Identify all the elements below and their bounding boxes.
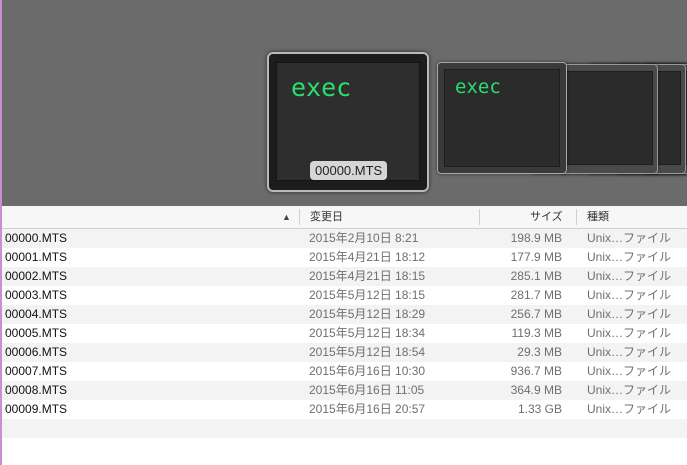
file-kind: Unix…ファイル bbox=[587, 345, 672, 359]
column-divider[interactable] bbox=[576, 209, 577, 225]
file-date: 2015年5月12日 18:54 bbox=[309, 345, 426, 359]
file-kind: Unix…ファイル bbox=[587, 326, 672, 340]
file-size: 285.1 MB bbox=[510, 269, 562, 283]
file-name: 00005.MTS bbox=[5, 326, 68, 340]
file-size: 281.7 MB bbox=[510, 288, 562, 302]
file-name: 00007.MTS bbox=[5, 364, 68, 378]
sort-ascending-icon[interactable]: ▲ bbox=[282, 206, 291, 228]
file-date: 2015年4月21日 18:15 bbox=[309, 269, 426, 283]
file-kind: Unix…ファイル bbox=[587, 364, 672, 378]
column-divider[interactable] bbox=[299, 209, 300, 225]
file-size: 256.7 MB bbox=[510, 307, 562, 321]
file-name: 00003.MTS bbox=[5, 288, 68, 302]
file-rows: 00000.MTS 2015年2月10日 8:21 198.9 MB Unix…… bbox=[2, 229, 687, 457]
file-date: 2015年5月12日 18:29 bbox=[309, 307, 426, 321]
file-size: 198.9 MB bbox=[510, 231, 562, 245]
column-header-size[interactable]: サイズ bbox=[530, 206, 563, 228]
thumbnail-text: exec bbox=[291, 73, 352, 102]
file-kind: Unix…ファイル bbox=[587, 288, 672, 302]
list-header: ▲ 変更日 サイズ 種類 bbox=[2, 206, 687, 229]
file-name: 00001.MTS bbox=[5, 250, 68, 264]
file-date: 2015年6月16日 11:05 bbox=[309, 383, 425, 397]
file-date: 2015年4月21日 18:12 bbox=[309, 250, 426, 264]
table-row[interactable]: 00005.MTS 2015年5月12日 18:34 119.3 MB Unix… bbox=[2, 324, 687, 343]
file-size: 364.9 MB bbox=[510, 383, 562, 397]
file-name: 00006.MTS bbox=[5, 345, 68, 359]
file-date: 2015年5月12日 18:15 bbox=[309, 288, 426, 302]
file-name: 00009.MTS bbox=[5, 402, 68, 416]
selected-file-label: 00000.MTS bbox=[310, 161, 388, 180]
file-size: 119.3 MB bbox=[511, 326, 562, 340]
table-row[interactable]: 00001.MTS 2015年4月21日 18:12 177.9 MB Unix… bbox=[2, 248, 687, 267]
file-name: 00000.MTS bbox=[5, 231, 68, 245]
table-row[interactable]: 00002.MTS 2015年4月21日 18:15 285.1 MB Unix… bbox=[2, 267, 687, 286]
table-row[interactable]: 00004.MTS 2015年5月12日 18:29 256.7 MB Unix… bbox=[2, 305, 687, 324]
file-kind: Unix…ファイル bbox=[587, 231, 672, 245]
file-list[interactable]: ▲ 変更日 サイズ 種類 00000.MTS 2015年2月10日 8:21 1… bbox=[2, 206, 687, 465]
table-row[interactable]: 00003.MTS 2015年5月12日 18:15 281.7 MB Unix… bbox=[2, 286, 687, 305]
file-date: 2015年6月16日 10:30 bbox=[309, 364, 426, 378]
file-date: 2015年6月16日 20:57 bbox=[309, 402, 426, 416]
file-kind: Unix…ファイル bbox=[587, 250, 672, 264]
cover-flow[interactable]: exec exec 00000.MTS bbox=[2, 0, 687, 206]
file-date: 2015年5月12日 18:34 bbox=[309, 326, 426, 340]
file-kind: Unix…ファイル bbox=[587, 269, 672, 283]
thumbnail-text: exec bbox=[455, 76, 501, 98]
column-header-kind[interactable]: 種類 bbox=[587, 206, 609, 228]
file-name: 00002.MTS bbox=[5, 269, 68, 283]
file-name: 00008.MTS bbox=[5, 383, 68, 397]
thumbnail: exec bbox=[444, 69, 560, 167]
file-size: 936.7 MB bbox=[510, 364, 562, 378]
table-row[interactable]: 00006.MTS 2015年5月12日 18:54 29.3 MB Unix…… bbox=[2, 343, 687, 362]
file-name: 00004.MTS bbox=[5, 307, 68, 321]
file-kind: Unix…ファイル bbox=[587, 402, 672, 416]
file-size: 1.33 GB bbox=[517, 402, 562, 416]
table-row[interactable]: 00000.MTS 2015年2月10日 8:21 198.9 MB Unix…… bbox=[2, 229, 687, 248]
column-divider[interactable] bbox=[479, 209, 480, 225]
empty-row bbox=[2, 419, 687, 438]
empty-row bbox=[2, 438, 687, 457]
file-size: 177.9 MB bbox=[510, 250, 562, 264]
file-size: 29.3 MB bbox=[517, 345, 562, 359]
file-date: 2015年2月10日 8:21 bbox=[309, 231, 419, 245]
file-kind: Unix…ファイル bbox=[587, 307, 672, 321]
table-row[interactable]: 00008.MTS 2015年6月16日 11:05 364.9 MB Unix… bbox=[2, 381, 687, 400]
cover-flow-item-next[interactable]: exec bbox=[437, 62, 567, 174]
file-kind: Unix…ファイル bbox=[587, 383, 672, 397]
cover-flow-item-selected[interactable]: exec 00000.MTS bbox=[267, 52, 429, 192]
table-row[interactable]: 00007.MTS 2015年6月16日 10:30 936.7 MB Unix… bbox=[2, 362, 687, 381]
table-row[interactable]: 00009.MTS 2015年6月16日 20:57 1.33 GB Unix…… bbox=[2, 400, 687, 419]
column-header-date[interactable]: 変更日 bbox=[310, 206, 343, 228]
